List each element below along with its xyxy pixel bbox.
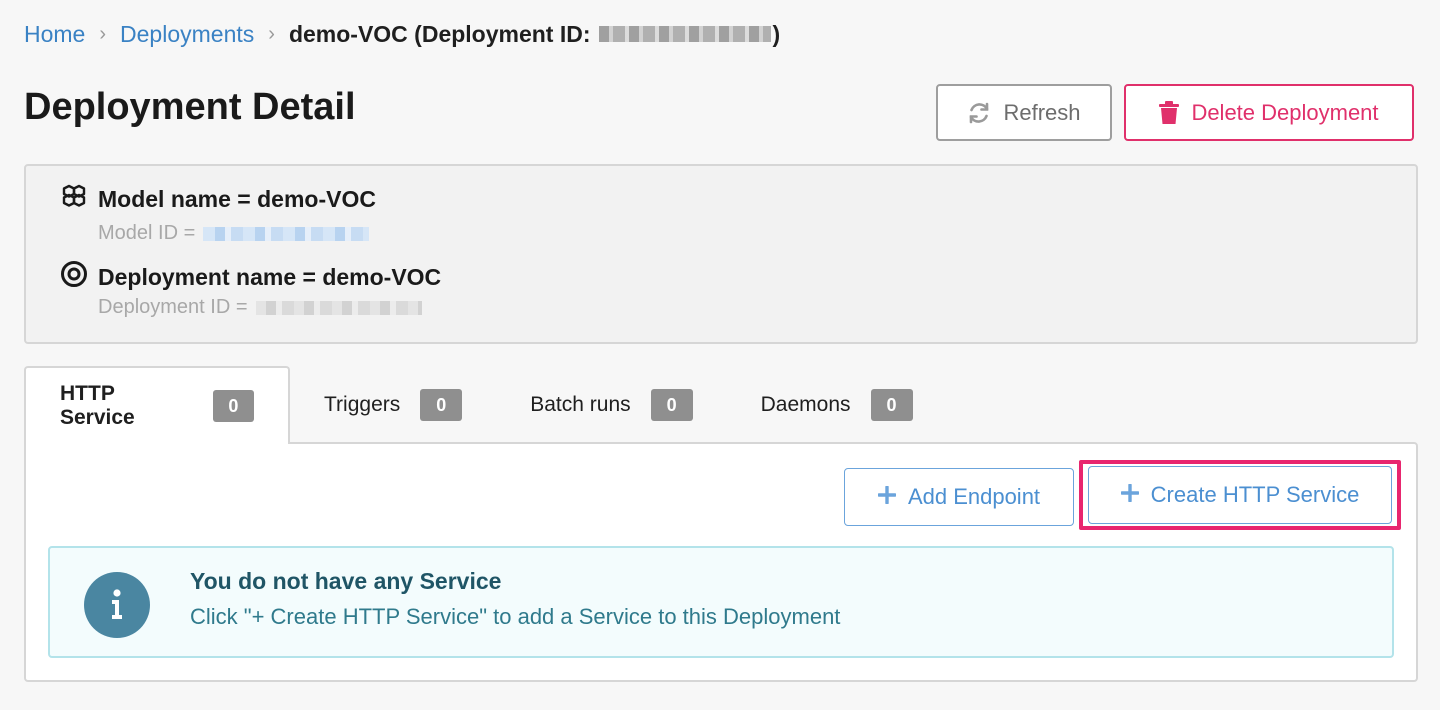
info-icon — [84, 572, 150, 638]
alert-title: You do not have any Service — [190, 568, 502, 594]
delete-deployment-button[interactable]: Delete Deployment — [1124, 84, 1414, 141]
add-endpoint-button[interactable]: Add Endpoint — [844, 468, 1074, 526]
http-service-panel: Add Endpoint Create HTTP Service You do … — [24, 442, 1418, 682]
cubes-icon — [60, 184, 88, 214]
breadcrumb: Home › Deployments › demo-VOC (Deploymen… — [24, 18, 780, 50]
breadcrumb-current: demo-VOC (Deployment ID: ) — [289, 21, 780, 48]
target-icon — [60, 260, 88, 294]
empty-state-alert: You do not have any Service Click "+ Cre… — [48, 546, 1394, 658]
count-badge: 0 — [212, 390, 254, 422]
redacted-deployment-id — [598, 26, 771, 42]
deployment-info-card: Model name = demo-VOC Model ID = Deploym… — [24, 164, 1418, 344]
breadcrumb-home-link[interactable]: Home — [24, 21, 85, 48]
tab-label: Batch runs — [530, 393, 631, 416]
count-badge: 0 — [650, 389, 693, 421]
tab-daemons[interactable]: Daemons 0 — [727, 366, 947, 444]
refresh-icon — [967, 101, 991, 125]
delete-label: Delete Deployment — [1191, 99, 1379, 125]
tab-triggers[interactable]: Triggers 0 — [290, 366, 496, 444]
breadcrumb-current-label: demo-VOC (Deployment ID: — [288, 20, 591, 47]
model-id-row: Model ID = — [98, 222, 370, 245]
alert-text: Click "+ Create HTTP Service" to add a S… — [190, 604, 841, 629]
create-http-service-label: Create HTTP Service — [1150, 482, 1360, 507]
tab-label: Triggers — [324, 393, 401, 416]
page-title: Deployment Detail — [24, 86, 356, 128]
refresh-label: Refresh — [1003, 99, 1081, 125]
model-name-row: Model name = demo-VOC — [60, 184, 376, 214]
trash-icon — [1159, 100, 1180, 125]
breadcrumb-current-suffix: ) — [772, 20, 781, 47]
count-badge: 0 — [870, 389, 913, 421]
plus-icon — [877, 484, 897, 510]
breadcrumb-deployments-link[interactable]: Deployments — [120, 21, 254, 48]
model-name: Model name = demo-VOC — [98, 185, 376, 212]
count-badge: 0 — [420, 389, 463, 421]
tab-label: Daemons — [760, 393, 851, 416]
create-http-service-button[interactable]: Create HTTP Service — [1088, 466, 1392, 524]
deployment-tabs: HTTP Service 0 Triggers 0 Batch runs 0 D… — [24, 366, 947, 444]
deployment-name: Deployment name = demo-VOC — [98, 263, 442, 290]
redacted-deployment-id-value — [255, 300, 422, 315]
refresh-button[interactable]: Refresh — [936, 84, 1112, 141]
deployment-name-row: Deployment name = demo-VOC — [60, 260, 441, 294]
redacted-model-id — [203, 226, 370, 241]
chevron-right-icon: › — [268, 22, 275, 45]
chevron-right-icon: › — [99, 22, 107, 45]
tab-http-service[interactable]: HTTP Service 0 — [24, 366, 290, 444]
plus-icon — [1119, 482, 1140, 508]
deployment-id-row: Deployment ID = — [98, 296, 422, 319]
add-endpoint-label: Add Endpoint — [907, 484, 1041, 509]
tab-label: HTTP Service — [60, 382, 135, 429]
tab-batch-runs[interactable]: Batch runs 0 — [496, 366, 726, 444]
model-id-label: Model ID = — [98, 222, 196, 244]
deployment-id-label: Deployment ID = — [98, 296, 248, 318]
